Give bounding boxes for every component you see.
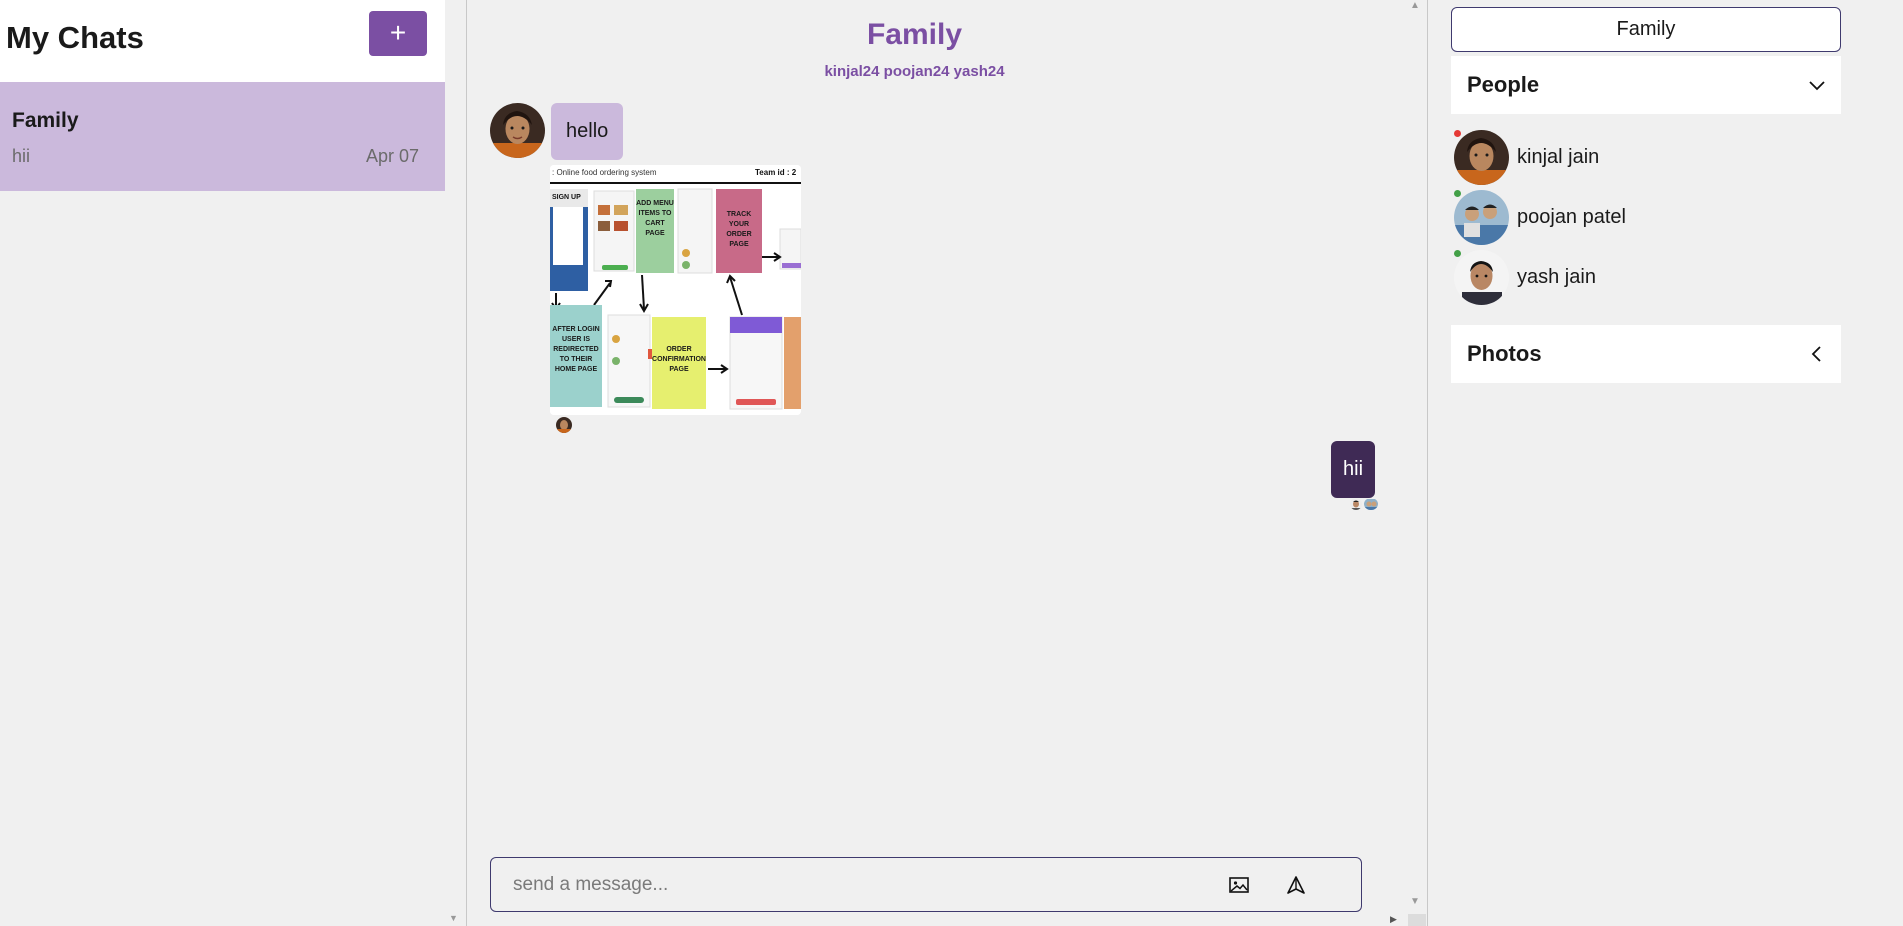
conversation-scroll-up-arrow[interactable]: ▲ [1410,0,1420,11]
avatar [1454,190,1509,245]
chat-list-title: My Chats [6,20,144,55]
conversation-members: kinjal24 poojan24 yash24 [824,63,1005,80]
image-note-confirmation: ORDER CONFIRMATION PAGE [652,346,706,373]
chevron-left-icon [1807,344,1827,364]
new-chat-button[interactable]: + [369,11,427,56]
image-header-right: Team id : 2 [755,168,797,177]
image-note-add-menu: ADD MENU ITEMS TO CART PAGE [636,200,674,237]
image-note-after-login: AFTER LOGIN USER IS REDIRECTED TO THEIR … [552,326,600,373]
image-note-track: TRACK YOUR ORDER PAGE [726,211,752,248]
message-composer [490,857,1362,912]
avatar [1454,130,1509,185]
chat-list-header: My Chats + [0,0,445,82]
status-dot [1454,130,1461,137]
outgoing-message-bubble: hii [1331,441,1376,498]
person-name: poojan patel [1517,206,1626,228]
chat-details-sidebar: Family People kinjal jain poojan patel y… [1428,0,1903,926]
status-dot [1454,250,1461,257]
person-name: yash jain [1517,266,1596,288]
people-section-label: People [1467,72,1540,97]
person-name: kinjal jain [1517,146,1600,168]
conversation-scroll-right-arrow[interactable]: ▶ [1390,914,1397,925]
avatar [1454,250,1509,305]
scrollbar-corner [1408,914,1426,926]
conversation-scroll-down-arrow[interactable]: ▼ [1410,896,1420,907]
image-header-left: : Online food ordering system [552,168,657,177]
photos-section-label: Photos [1467,341,1542,366]
chevron-down-icon [1807,75,1827,95]
chat-item-date: Apr 07 [365,146,419,166]
chat-item-name: Family [12,109,79,132]
sender-avatar [490,103,545,158]
read-receipt-avatar [1364,498,1378,510]
sidebar-scroll-down-arrow[interactable]: ▼ [449,913,458,923]
chat-list-sidebar: My Chats + Family hii Apr 07 [0,0,445,926]
photos-section-header[interactable]: Photos [1451,325,1841,383]
image-upload-icon[interactable] [1228,875,1250,895]
send-icon[interactable] [1286,875,1306,895]
chat-list-item[interactable]: Family hii Apr 07 [0,82,445,191]
conversation-title: Family [866,18,963,51]
people-section-header[interactable]: People [1451,56,1841,114]
read-receipt-avatar [1350,498,1362,510]
chat-name-button[interactable]: Family [1451,7,1841,52]
image-note-signup: SIGN UP [552,194,581,201]
image-message[interactable]: : Online food ordering system Team id : … [550,165,801,415]
incoming-message-bubble: hello [551,103,624,160]
message-input[interactable] [513,870,1163,900]
read-receipt-avatar [556,417,572,433]
status-dot [1454,190,1461,197]
chat-item-last-message: hii [12,146,31,166]
conversation-panel: Family kinjal24 poojan24 yash24 hello : … [467,0,1427,926]
